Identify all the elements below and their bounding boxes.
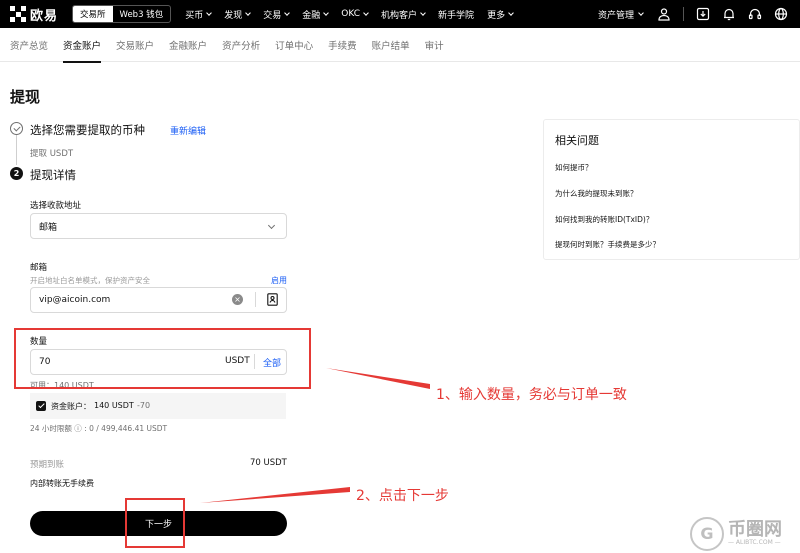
divider: [255, 292, 256, 307]
nav-discover[interactable]: 发现: [224, 8, 252, 21]
page-title: 提现: [10, 88, 41, 106]
chevron-down-icon: [638, 9, 644, 16]
address-book-icon[interactable]: [267, 293, 278, 306]
watermark: G 币圈网 — ALIBTC.COM —: [690, 514, 800, 553]
top-right-actions: 资产管理: [598, 0, 800, 28]
step1-selected-coin: 提取 USDT: [30, 149, 74, 159]
tab-asset-analysis[interactable]: 资产分析: [222, 28, 260, 62]
tab-fees[interactable]: 手续费: [328, 28, 357, 62]
divider: [683, 7, 684, 21]
address-select-value: 邮箱: [39, 222, 58, 233]
faq-item[interactable]: 为什么我的提现未到账？: [555, 188, 638, 199]
step-connector-line: [16, 135, 17, 165]
nav-institutional[interactable]: 机构客户: [381, 8, 426, 21]
funding-account-label: 资金账户：: [51, 402, 91, 411]
tab-finance-account[interactable]: 金融账户: [169, 28, 207, 62]
okx-logo-icon: [10, 6, 26, 22]
tab-funding-account[interactable]: 资金账户: [63, 28, 102, 63]
brand-name: 欧易: [30, 8, 59, 24]
annotation-note-2: 2、点击下一步: [356, 488, 449, 504]
switch-web3-wallet[interactable]: Web3 钱包: [113, 6, 171, 22]
watermark-title: 币圈网: [728, 518, 782, 540]
nav-buy-crypto[interactable]: 买币: [185, 8, 213, 21]
funding-account-balance: 140 USDT: [94, 401, 134, 410]
email-label: 邮箱: [30, 263, 48, 273]
chevron-down-icon: [267, 221, 276, 230]
expected-arrival-label: 预期到账: [30, 460, 65, 470]
nav-finance[interactable]: 金融: [302, 8, 330, 21]
funding-account-deduction: -70: [137, 401, 151, 410]
headset-icon[interactable]: [748, 7, 762, 21]
watermark-logo-icon: G: [690, 516, 724, 551]
top-navbar: 欧易 交易所 Web3 钱包 买币 发现 交易 金融 OKC 机构客户 新手学院…: [0, 0, 800, 28]
funding-account-checkbox[interactable]: [36, 401, 46, 411]
main-nav: 买币 发现 交易 金融 OKC 机构客户 新手学院 更多: [185, 8, 526, 21]
reedit-link[interactable]: 重新编辑: [170, 124, 206, 137]
tab-asset-overview[interactable]: 资产总览: [10, 28, 48, 62]
nav-label: 机构客户: [381, 10, 418, 21]
faq-item[interactable]: 提现何时到账？手续费是多少？: [555, 239, 660, 250]
nav-label: 新手学院: [438, 10, 475, 21]
nav-label: OKC: [341, 9, 361, 19]
tab-audit[interactable]: 审计: [425, 28, 444, 62]
logo[interactable]: 欧易: [10, 5, 58, 24]
annotation-highlight-amount: [14, 328, 311, 389]
user-icon[interactable]: [657, 7, 671, 21]
step-complete-check-icon: [10, 122, 23, 135]
chevron-down-icon: [284, 9, 291, 16]
nav-okc[interactable]: OKC: [341, 8, 369, 21]
faq-title: 相关问题: [555, 134, 599, 147]
download-icon[interactable]: [696, 7, 710, 21]
faq-item[interactable]: 如何提币？: [555, 162, 593, 173]
chevron-down-icon: [508, 9, 514, 16]
address-select[interactable]: 邮箱: [30, 213, 287, 239]
globe-icon[interactable]: [774, 7, 788, 21]
asset-management-menu[interactable]: 资产管理: [597, 8, 644, 21]
bell-icon[interactable]: [722, 7, 736, 21]
chevron-down-icon: [206, 9, 213, 16]
tab-order-center[interactable]: 订单中心: [275, 28, 313, 62]
faq-panel: 相关问题 如何提币？ 为什么我的提现未到账？ 如何找到我的转账ID(TxID)？…: [543, 119, 800, 260]
nav-more[interactable]: 更多: [487, 8, 514, 21]
watermark-url: — ALIBTC.COM —: [728, 538, 781, 546]
switch-exchange[interactable]: 交易所: [73, 6, 113, 22]
asset-management-label: 资产管理: [597, 10, 634, 21]
chevron-down-icon: [245, 9, 252, 16]
nav-label: 金融: [302, 10, 321, 21]
tab-statements[interactable]: 账户结单: [372, 28, 410, 62]
chevron-down-icon: [363, 9, 369, 16]
faq-item[interactable]: 如何找到我的转账ID(TxID)？: [555, 214, 653, 225]
daily-limit: 24 小时限额 ⓘ : 0 / 499,446.41 USDT: [30, 424, 168, 433]
address-label: 选择收款地址: [30, 201, 82, 211]
watermark-text: 币圈网 — ALIBTC.COM —: [728, 518, 782, 546]
nav-label: 发现: [224, 10, 243, 21]
no-fee-note: 内部转账无手续费: [30, 479, 94, 488]
step2-title: 提现详情: [30, 168, 76, 182]
annotation-note-1: 1、输入数量，务必与订单一致: [436, 387, 627, 403]
nav-label: 更多: [487, 10, 506, 21]
email-input[interactable]: vip@aicoin.com: [30, 287, 287, 313]
annotation-highlight-next: [125, 498, 185, 548]
expected-arrival-value: 70 USDT: [250, 458, 287, 468]
nav-label: 买币: [185, 10, 204, 21]
nav-trade[interactable]: 交易: [263, 8, 291, 21]
nav-learn[interactable]: 新手学院: [438, 8, 474, 21]
tab-trading-account[interactable]: 交易账户: [116, 28, 154, 62]
chevron-down-icon: [420, 9, 426, 16]
step2-number-badge: 2: [10, 167, 23, 180]
clear-icon[interactable]: ×: [232, 294, 243, 305]
enable-whitelist-link[interactable]: 启用: [271, 275, 287, 286]
nav-label: 交易: [263, 10, 282, 21]
step1-title: 选择您需要提取的币种: [30, 123, 145, 137]
exchange-wallet-switch[interactable]: 交易所 Web3 钱包: [72, 5, 172, 23]
chevron-down-icon: [323, 9, 330, 16]
asset-subtabs: 资产总览 资金账户 交易账户 金融账户 资产分析 订单中心 手续费 账户结单 审…: [0, 28, 800, 63]
whitelist-hint: 开启地址白名单模式，保护资产安全: [30, 276, 150, 285]
email-input-value: vip@aicoin.com: [39, 295, 111, 305]
